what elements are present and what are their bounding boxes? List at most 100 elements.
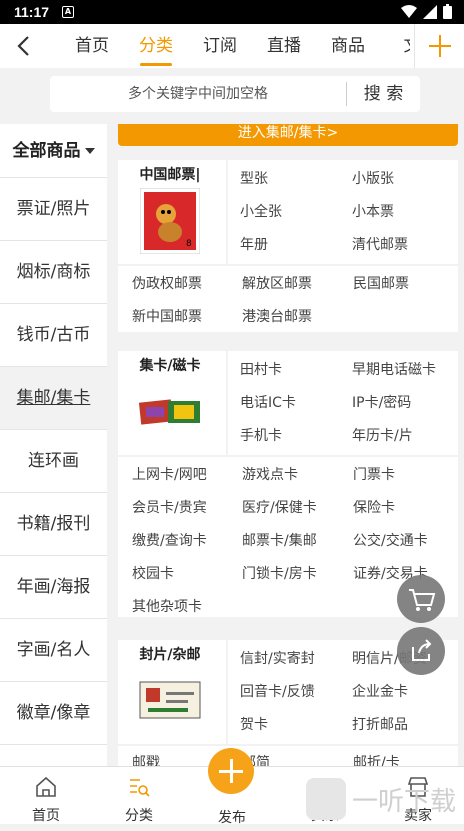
subcategory[interactable]: 保险卡 <box>353 497 395 517</box>
subcategory[interactable]: 企业金卡 <box>352 681 408 701</box>
sidebar-item-posters[interactable]: 年画/海报 <box>0 556 107 619</box>
search-input[interactable]: 多个关键字中间加空格 <box>50 76 346 112</box>
svg-text:8: 8 <box>186 239 192 249</box>
subcategory[interactable]: 贺卡 <box>240 714 268 734</box>
category-search-icon <box>130 779 150 797</box>
status-time: 11:17 <box>14 4 50 20</box>
status-bar: 11:17 A <box>0 0 464 24</box>
subcategory[interactable]: 打折邮品 <box>352 714 408 734</box>
back-arrow-icon[interactable] <box>10 32 38 60</box>
tab-goods[interactable]: 商品 <box>316 24 380 68</box>
card-divider <box>118 744 458 746</box>
search-box: 多个关键字中间加空格 搜 索 <box>50 76 420 112</box>
card-header[interactable]: 集卡/磁卡 <box>118 351 222 451</box>
sidebar-item-books[interactable]: 书籍/报刊 <box>0 493 107 556</box>
phone-cards-image <box>138 399 200 425</box>
enter-category-banner[interactable]: 进入集邮/集卡> <box>118 124 458 146</box>
subcategory[interactable]: 上网卡/网吧 <box>132 464 207 484</box>
svg-text:一听下载: 一听下载 <box>352 787 456 817</box>
caret-down-icon <box>84 148 95 154</box>
subcategory[interactable]: 早期电话磁卡 <box>352 359 436 379</box>
bottom-nav-label: 首页 <box>32 808 60 824</box>
subcategory[interactable]: 小全张 <box>240 201 282 221</box>
card-divider <box>226 351 228 455</box>
subcategory[interactable]: 邮戳 <box>132 752 160 766</box>
cart-icon <box>409 589 436 611</box>
tab-article[interactable]: 文 <box>380 24 411 68</box>
sidebar-item-paintings[interactable]: 字画/名人 <box>0 619 107 682</box>
subcategory[interactable]: 港澳台邮票 <box>242 306 312 326</box>
subcategory[interactable]: IP卡/密码 <box>352 392 411 412</box>
card-divider <box>118 455 458 457</box>
subcategory[interactable]: 游戏点卡 <box>242 464 298 484</box>
subcategory[interactable]: 缴费/查询卡 <box>132 530 207 550</box>
tab-category[interactable]: 分类 <box>124 24 188 68</box>
status-icons <box>401 4 452 19</box>
tab-live[interactable]: 直播 <box>252 24 316 68</box>
subcategory[interactable]: 民国邮票 <box>353 273 409 293</box>
bottom-nav-label: 发布 <box>218 810 246 826</box>
subcategory[interactable]: 邮票卡/集邮 <box>242 530 317 550</box>
subcategory[interactable]: 清代邮票 <box>352 234 408 254</box>
card-divider <box>226 160 228 264</box>
signal-icon <box>423 4 437 19</box>
search-button[interactable]: 搜 索 <box>346 82 420 106</box>
subcategory[interactable]: 信封/实寄封 <box>240 648 315 668</box>
subcategory[interactable]: 小本票 <box>352 201 394 221</box>
category-tabs: 首页分类订阅直播商品文 <box>60 24 410 68</box>
subcategory[interactable]: 伪政权邮票 <box>132 273 202 293</box>
home-icon <box>36 776 56 797</box>
sidebar-item-stamps[interactable]: 集邮/集卡 <box>0 367 107 430</box>
subcategory[interactable]: 型张 <box>240 168 268 188</box>
sidebar-item-tickets[interactable]: 票证/照片 <box>0 178 107 241</box>
cart-button[interactable] <box>397 575 445 623</box>
subcategory[interactable]: 电话IC卡 <box>240 392 296 412</box>
subcategory[interactable]: 会员卡/贵宾 <box>132 497 207 517</box>
subcategory[interactable]: 回音卡/反馈 <box>240 681 315 701</box>
subcategory[interactable]: 手机卡 <box>240 425 282 445</box>
subcategory[interactable]: 田村卡 <box>240 359 282 379</box>
card-title: 集卡/磁卡 <box>139 358 201 374</box>
category-sidebar: 全部商品 票证/照片 烟标/商标 钱币/古币 集邮/集卡 连环画 书籍/报刊 年… <box>0 124 107 766</box>
tab-home[interactable]: 首页 <box>60 24 124 68</box>
subcategory[interactable]: 门锁卡/房卡 <box>242 563 317 583</box>
category-card-china-stamps: 中国邮票| 8 型张 小版张 小全张 小本票 年册 清代邮票 伪政权邮票 解放区… <box>118 160 458 332</box>
subcategory[interactable]: 年册 <box>240 234 268 254</box>
card-title: 封片/杂邮 <box>139 647 201 663</box>
all-goods-dropdown[interactable]: 全部商品 <box>0 124 107 178</box>
bottom-nav-home[interactable]: 首页 <box>0 767 92 825</box>
share-button[interactable] <box>397 627 445 675</box>
subcategory[interactable]: 小版张 <box>352 168 394 188</box>
sidebar-item-coins[interactable]: 钱币/古币 <box>0 304 107 367</box>
card-divider <box>118 264 458 266</box>
search-bar: 多个关键字中间加空格 搜 索 <box>0 68 464 124</box>
wifi-icon <box>401 4 417 18</box>
battery-icon <box>443 4 452 19</box>
subcategory[interactable]: 新中国邮票 <box>132 306 202 326</box>
bottom-nav-category[interactable]: 分类 <box>93 767 185 825</box>
envelope-image <box>139 681 201 719</box>
subcategory[interactable]: 门票卡 <box>353 464 395 484</box>
subcategory[interactable]: 校园卡 <box>132 563 174 583</box>
watermark: 一听下载 <box>304 774 464 824</box>
sidebar-item-comics[interactable]: 连环画 <box>0 430 107 493</box>
publish-button[interactable] <box>208 748 254 794</box>
add-button[interactable] <box>414 24 464 68</box>
subcategory[interactable]: 其他杂项卡 <box>132 596 202 616</box>
card-header[interactable]: 封片/杂邮 <box>118 640 222 740</box>
subcategory[interactable]: 公交/交通卡 <box>353 530 428 550</box>
subcategory[interactable]: 年历卡/片 <box>352 425 413 445</box>
share-icon <box>412 639 432 661</box>
watermark-logo: 一听下载 <box>306 778 456 820</box>
subcategory[interactable]: 解放区邮票 <box>242 273 312 293</box>
sidebar-item-badges[interactable]: 徽章/像章 <box>0 682 107 745</box>
monkey-stamp-image: 8 <box>140 188 200 254</box>
subcategory[interactable]: 医疗/保健卡 <box>242 497 317 517</box>
bottom-nav-label: 分类 <box>125 808 153 824</box>
subcategory[interactable]: 邮折/卡 <box>353 752 400 766</box>
tab-subscribe[interactable]: 订阅 <box>188 24 252 68</box>
card-title: 中国邮票| <box>139 167 201 183</box>
sidebar-item-cigarette[interactable]: 烟标/商标 <box>0 241 107 304</box>
all-goods-label: 全部商品 <box>12 141 81 161</box>
card-header[interactable]: 中国邮票| 8 <box>118 160 222 260</box>
